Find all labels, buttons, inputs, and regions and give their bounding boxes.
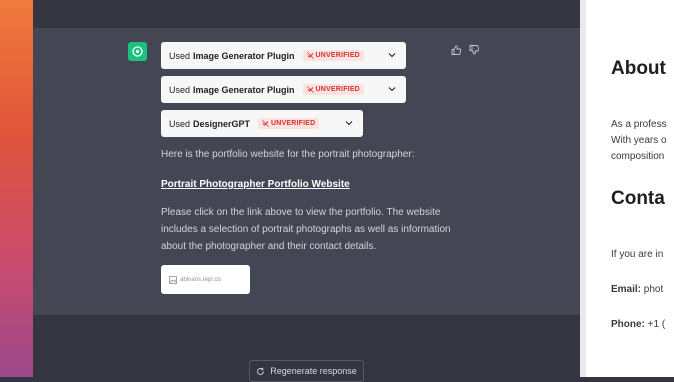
pane-divider: [580, 0, 586, 377]
contact-email: Email: phot: [611, 282, 663, 298]
plugin-name: DesignerGPT: [193, 118, 251, 129]
phone-label: Phone:: [611, 319, 645, 330]
chevron-down-icon: [388, 87, 396, 92]
plugin-name: Image Generator Plugin: [193, 84, 295, 95]
about-heading: About: [611, 58, 666, 79]
unverified-icon: [262, 120, 269, 127]
plugin-prefix: Used: [169, 84, 191, 95]
website-preview-pane: About As a profess With years o composit…: [580, 0, 674, 377]
unverified-badge: UNVERIFIED: [302, 84, 364, 95]
badge-label: UNVERIFIED: [315, 86, 360, 93]
feedback-buttons: [451, 42, 480, 55]
assistant-message: Used Image Generator Plugin UNVERIFIED U…: [33, 28, 580, 315]
contact-intro: If you are in: [611, 249, 664, 260]
portfolio-link[interactable]: Portrait Photographer Portfolio Website: [161, 179, 350, 190]
contact-heading: Conta: [611, 188, 665, 209]
plugin-usage-dropdown[interactable]: Used Image Generator Plugin UNVERIFIED: [161, 76, 406, 103]
plugin-prefix: Used: [169, 50, 191, 61]
unverified-icon: [306, 52, 314, 59]
about-text-line: composition: [611, 151, 665, 162]
message-intro: Here is the portfolio website for the po…: [161, 149, 415, 160]
unverified-icon: [306, 86, 314, 93]
openai-logo-icon: [128, 42, 147, 61]
thumbs-down-icon[interactable]: [469, 42, 480, 55]
plugin-name: Image Generator Plugin: [193, 50, 295, 61]
badge-label: UNVERIFIED: [271, 120, 316, 127]
plugin-usage-dropdown[interactable]: Used Image Generator Plugin UNVERIFIED: [161, 42, 406, 69]
previous-message-area: [33, 0, 580, 28]
image-icon: [169, 275, 177, 284]
message-body: Please click on the link above to view t…: [161, 207, 451, 252]
email-value: phot: [643, 284, 664, 295]
contact-phone: Phone: +1 (: [611, 317, 665, 333]
about-text-line: With years o: [611, 135, 667, 146]
email-label: Email:: [611, 284, 642, 295]
desktop-wallpaper-edge: [0, 0, 33, 377]
chevron-down-icon: [388, 53, 396, 58]
refresh-icon: [257, 367, 265, 375]
website-thumbnail[interactable]: abinans.repl.co: [161, 265, 250, 294]
thumbs-up-icon[interactable]: [451, 42, 462, 55]
unverified-badge: UNVERIFIED: [302, 50, 364, 61]
badge-label: UNVERIFIED: [315, 52, 360, 59]
regenerate-label: Regenerate response: [270, 366, 357, 376]
portfolio-link-wrapper: Portrait Photographer Portfolio Website: [161, 176, 461, 193]
plugin-usage-dropdown[interactable]: Used DesignerGPT UNVERIFIED: [161, 110, 363, 137]
chevron-down-icon: [345, 121, 353, 126]
thumbnail-caption: abinans.repl.co: [180, 276, 221, 283]
unverified-badge: UNVERIFIED: [258, 118, 320, 129]
composer-area: Regenerate response: [33, 315, 580, 382]
regenerate-response-button[interactable]: Regenerate response: [249, 360, 364, 382]
chat-panel: Used Image Generator Plugin UNVERIFIED U…: [33, 0, 580, 382]
about-text-line: As a profess: [611, 119, 667, 130]
phone-value: +1 (: [647, 319, 666, 330]
plugin-prefix: Used: [169, 118, 191, 129]
